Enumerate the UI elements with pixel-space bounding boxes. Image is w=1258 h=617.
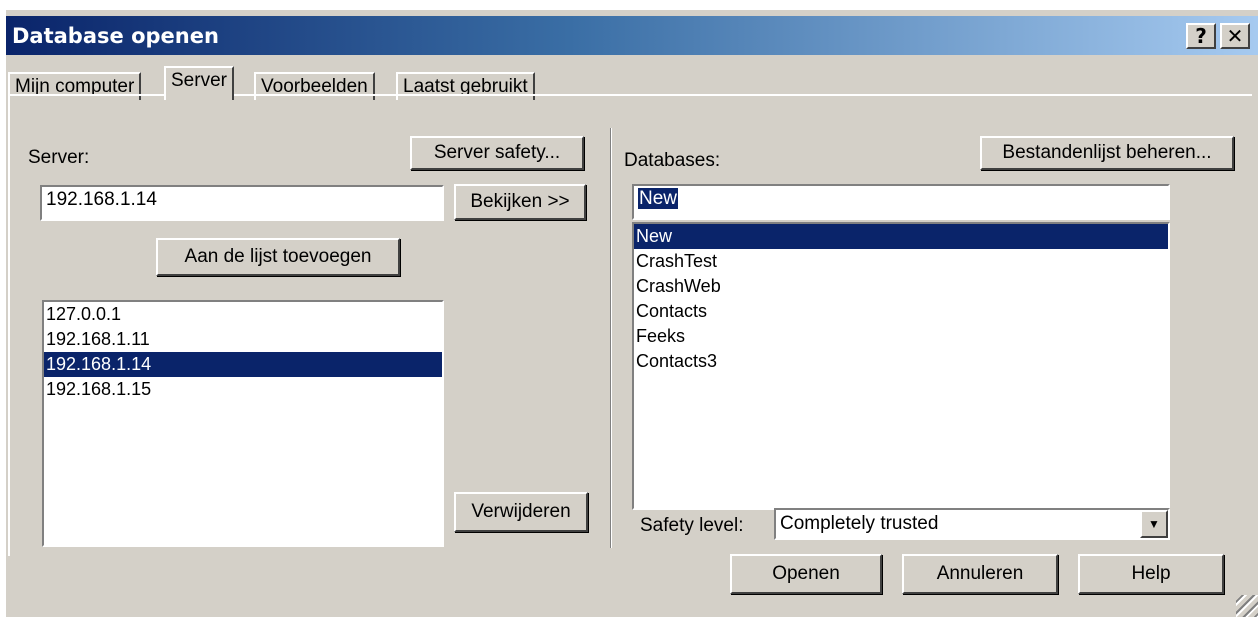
list-item[interactable]: 192.168.1.11 <box>44 327 442 352</box>
open-button[interactable]: Openen <box>730 554 882 594</box>
tab-server[interactable]: Server <box>164 66 234 100</box>
list-item-selected[interactable]: New <box>634 224 1168 249</box>
list-item[interactable]: CrashTest <box>634 249 1168 274</box>
list-item[interactable]: 192.168.1.15 <box>44 377 442 402</box>
safety-level-select[interactable]: Completely trusted ▼ <box>774 508 1170 540</box>
list-item[interactable]: CrashWeb <box>634 274 1168 299</box>
database-input[interactable]: New <box>632 184 1170 220</box>
list-item[interactable]: Contacts <box>634 299 1168 324</box>
help-title-button[interactable]: ? <box>1186 23 1216 49</box>
safety-level-value: Completely trusted <box>780 513 939 534</box>
database-open-dialog: Database openen ? ✕ Mijn computer Server… <box>6 10 1258 617</box>
manage-list-button[interactable]: Bestandenlijst beheren... <box>980 136 1234 170</box>
list-item[interactable]: 127.0.0.1 <box>44 302 442 327</box>
server-safety-button[interactable]: Server safety... <box>410 136 584 170</box>
close-button[interactable]: ✕ <box>1220 23 1250 49</box>
list-item[interactable]: Feeks <box>634 324 1168 349</box>
safety-level-label: Safety level: <box>640 515 744 536</box>
add-to-list-button[interactable]: Aan de lijst toevoegen <box>156 238 400 276</box>
list-item[interactable]: Contacts3 <box>634 349 1168 374</box>
help-button[interactable]: Help <box>1078 554 1224 594</box>
window-title: Database openen <box>12 24 219 48</box>
server-list[interactable]: 127.0.0.1 192.168.1.11 192.168.1.14 192.… <box>42 300 444 547</box>
bekijken-button[interactable]: Bekijken >> <box>454 184 586 220</box>
database-input-text: New <box>638 188 679 209</box>
server-label: Server: <box>28 147 90 168</box>
close-icon: ✕ <box>1226 24 1244 48</box>
cancel-button[interactable]: Annuleren <box>902 554 1058 594</box>
database-list[interactable]: New CrashTest CrashWeb Contacts Feeks Co… <box>632 222 1170 510</box>
divider <box>610 128 612 548</box>
list-item-selected[interactable]: 192.168.1.14 <box>44 352 442 377</box>
databases-label: Databases: <box>624 150 721 171</box>
title-bar: Database openen ? ✕ <box>6 16 1258 55</box>
chevron-down-icon[interactable]: ▼ <box>1140 510 1168 538</box>
server-input[interactable]: 192.168.1.14 <box>40 185 444 221</box>
remove-button[interactable]: Verwijderen <box>454 492 588 532</box>
resize-grip-icon[interactable] <box>1236 595 1258 617</box>
